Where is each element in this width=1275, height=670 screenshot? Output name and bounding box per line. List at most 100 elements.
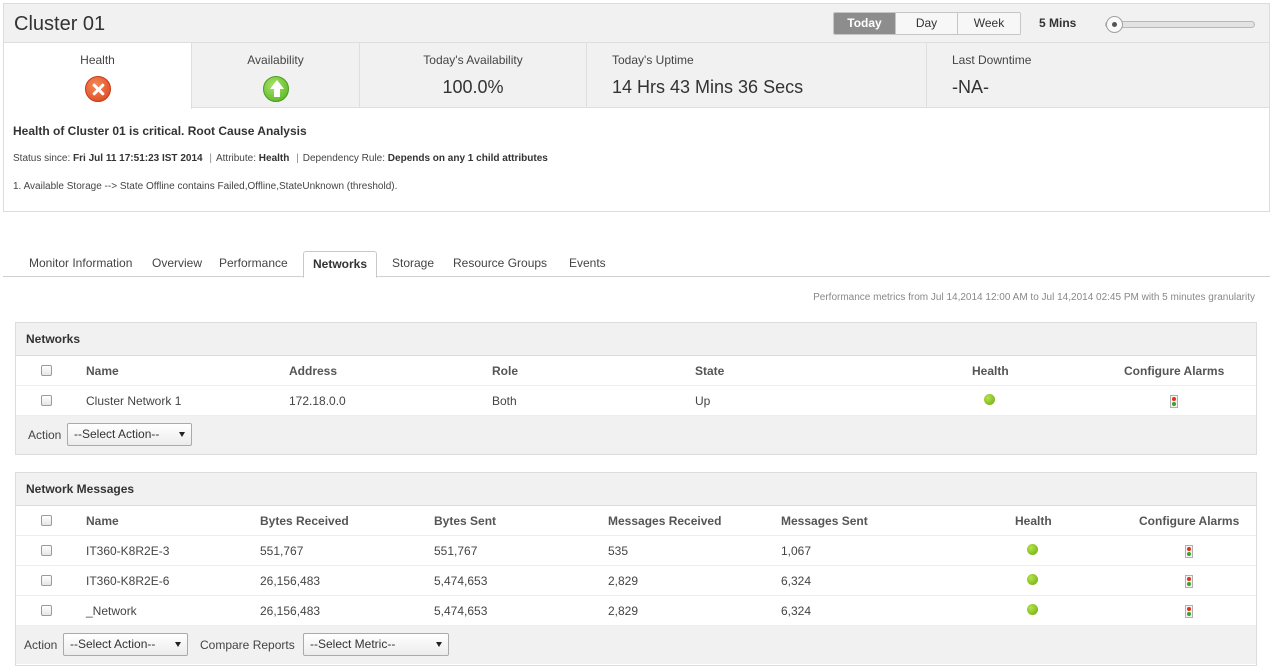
select-all-checkbox[interactable] xyxy=(41,515,52,526)
messages-panel-title: Network Messages xyxy=(16,473,1256,506)
today-availability-stat: Today's Availability 100.0% xyxy=(360,43,587,108)
metric-select-value: --Select Metric-- xyxy=(310,637,396,651)
tab-overview[interactable]: Overview xyxy=(143,251,211,277)
col-bytes-received[interactable]: Bytes Received xyxy=(260,506,349,536)
table-row: IT360-K8R2E-6 26,156,483 5,474,653 2,829… xyxy=(16,566,1256,596)
network-name[interactable]: Cluster Network 1 xyxy=(86,386,181,416)
health-stat: Health xyxy=(4,43,192,109)
message-name[interactable]: IT360-K8R2E-6 xyxy=(86,566,169,596)
health-green-icon[interactable] xyxy=(1027,544,1038,555)
col-bytes-sent[interactable]: Bytes Sent xyxy=(434,506,496,536)
network-messages-panel: Network Messages Name Bytes Received Byt… xyxy=(15,472,1257,666)
interval-slider-track[interactable] xyxy=(1105,21,1255,28)
up-arrow-icon[interactable] xyxy=(263,76,289,102)
messages-action-select[interactable]: --Select Action-- xyxy=(63,633,188,656)
critical-x-icon[interactable] xyxy=(85,76,111,102)
title-bar: Cluster 01 Today Day Week 5 Mins xyxy=(4,4,1269,43)
bytes-received: 26,156,483 xyxy=(260,604,321,618)
bytes-sent: 5,474,653 xyxy=(434,574,488,588)
performance-note: Performance metrics from Jul 14,2014 12:… xyxy=(813,292,1255,303)
messages-sent: 6,324 xyxy=(781,604,812,618)
row-checkbox[interactable] xyxy=(41,395,52,406)
health-green-icon[interactable] xyxy=(1027,574,1038,585)
networks-header-row: Name Address Role State Health Configure… xyxy=(16,356,1256,386)
action-label: Action xyxy=(28,428,62,442)
today-uptime-label: Today's Uptime xyxy=(612,53,694,67)
chevron-down-icon xyxy=(436,642,442,647)
col-address[interactable]: Address xyxy=(289,356,337,386)
period-toggle: Today Day Week xyxy=(833,12,1021,35)
availability-stat: Availability xyxy=(192,43,360,108)
today-availability-label: Today's Availability xyxy=(423,53,523,67)
period-today-button[interactable]: Today xyxy=(834,13,896,34)
networks-action-select-value: --Select Action-- xyxy=(74,427,160,441)
last-downtime-value: -NA- xyxy=(952,77,989,97)
metric-select[interactable]: --Select Metric-- xyxy=(303,633,449,656)
health-green-icon[interactable] xyxy=(984,394,995,405)
attribute-value: Health xyxy=(258,153,290,164)
col-health: Health xyxy=(1015,514,1052,528)
page-title: Cluster 01 xyxy=(14,13,106,35)
networks-panel: Networks Name Address Role State Health … xyxy=(15,322,1257,455)
col-messages-sent[interactable]: Messages Sent xyxy=(781,506,868,536)
row-checkbox[interactable] xyxy=(41,545,52,556)
message-name[interactable]: _Network xyxy=(86,596,137,626)
col-state[interactable]: State xyxy=(695,356,724,386)
col-configure-alarms: Configure Alarms xyxy=(1139,514,1240,528)
network-role: Both xyxy=(492,394,517,408)
chevron-down-icon xyxy=(179,432,185,437)
availability-label: Availability xyxy=(247,53,304,67)
col-health: Health xyxy=(972,364,1009,378)
messages-received: 535 xyxy=(608,544,629,558)
health-label: Health xyxy=(80,53,115,67)
action-label: Action xyxy=(24,638,58,652)
bytes-sent: 551,767 xyxy=(434,544,478,558)
messages-sent: 6,324 xyxy=(781,574,812,588)
today-uptime-stat: Today's Uptime 14 Hrs 43 Mins 36 Secs xyxy=(587,43,927,108)
tab-storage[interactable]: Storage xyxy=(383,251,443,277)
messages-sent: 1,067 xyxy=(781,544,812,558)
network-address: 172.18.0.0 xyxy=(289,394,346,408)
row-checkbox[interactable] xyxy=(41,605,52,616)
message-name[interactable]: IT360-K8R2E-3 xyxy=(86,536,169,566)
select-all-checkbox[interactable] xyxy=(41,365,52,376)
tab-events[interactable]: Events xyxy=(560,251,615,277)
period-day-button[interactable]: Day xyxy=(896,13,958,34)
health-green-icon[interactable] xyxy=(1027,604,1038,615)
network-state: Up xyxy=(695,394,711,408)
messages-action-bar: Action --Select Action-- Compare Reports… xyxy=(16,626,1256,664)
last-downtime-stat: Last Downtime -NA- xyxy=(927,43,1269,108)
tab-monitor-information[interactable]: Monitor Information xyxy=(20,251,141,277)
configure-alarm-icon[interactable] xyxy=(1185,575,1193,588)
messages-received: 2,829 xyxy=(608,604,639,618)
tab-bar: Monitor Information Overview Performance… xyxy=(3,251,1270,278)
last-downtime-label: Last Downtime xyxy=(952,53,1032,67)
tab-performance[interactable]: Performance xyxy=(210,251,297,277)
tab-networks[interactable]: Networks xyxy=(303,251,378,278)
configure-alarm-icon[interactable] xyxy=(1185,545,1193,558)
configure-alarm-icon[interactable] xyxy=(1185,605,1193,618)
messages-received: 2,829 xyxy=(608,574,639,588)
col-name[interactable]: Name xyxy=(86,356,119,386)
bytes-received: 26,156,483 xyxy=(260,574,321,588)
interval-label: 5 Mins xyxy=(1039,16,1077,30)
threshold-detail: 1. Available Storage --> State Offline c… xyxy=(13,181,398,192)
row-checkbox[interactable] xyxy=(41,575,52,586)
networks-action-select[interactable]: --Select Action-- xyxy=(67,423,192,446)
col-name[interactable]: Name xyxy=(86,506,119,536)
today-availability-value: 100.0% xyxy=(442,77,504,97)
period-week-button[interactable]: Week xyxy=(958,13,1020,34)
col-configure-alarms: Configure Alarms xyxy=(1124,364,1225,378)
monitor-summary-panel: Cluster 01 Today Day Week 5 Mins Health … xyxy=(3,3,1270,212)
compare-reports-label: Compare Reports xyxy=(200,638,295,652)
col-messages-received[interactable]: Messages Received xyxy=(608,506,721,536)
status-since-label: Status since: xyxy=(13,153,71,164)
configure-alarm-icon[interactable] xyxy=(1170,395,1178,408)
interval-slider-handle[interactable] xyxy=(1106,16,1123,33)
col-role[interactable]: Role xyxy=(492,356,518,386)
rca-link[interactable]: Health of Cluster 01 is critical. Root C… xyxy=(13,124,307,138)
tab-resource-groups[interactable]: Resource Groups xyxy=(444,251,556,277)
dependency-label: Dependency Rule: xyxy=(302,153,386,164)
messages-header-row: Name Bytes Received Bytes Sent Messages … xyxy=(16,506,1256,536)
bytes-sent: 5,474,653 xyxy=(434,604,488,618)
